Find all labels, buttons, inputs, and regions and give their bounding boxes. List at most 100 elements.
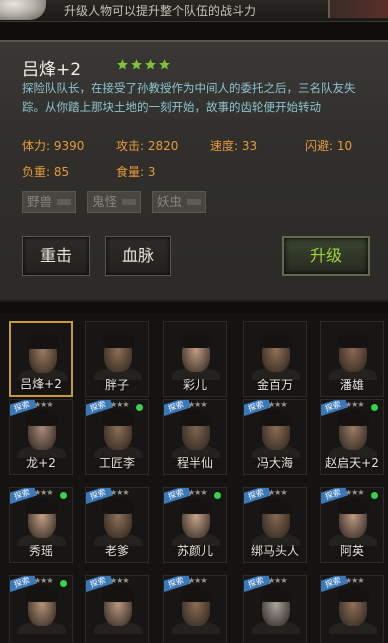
card-name: 秀瑶 xyxy=(28,544,53,558)
portrait-hair xyxy=(260,498,292,514)
character-portrait xyxy=(92,494,144,546)
roster-card[interactable]: 探索 ★★★ 龙+2 xyxy=(9,399,73,475)
card-star-rating: ★★★ xyxy=(34,400,53,409)
portrait-hair xyxy=(337,332,369,348)
roster-card[interactable]: 彩儿 xyxy=(163,321,227,397)
roster-card[interactable]: 探索 ★★★ 冯大海 xyxy=(243,399,307,475)
character-portrait xyxy=(250,582,302,634)
heavy-strike-button[interactable]: 重击 xyxy=(22,236,90,276)
card-star-rating: ★★★ xyxy=(188,488,207,497)
roster-card[interactable]: 探索 ★★★ 苏颜儿 xyxy=(163,487,227,563)
character-portrait xyxy=(250,328,302,380)
card-star-rating: ★★★ xyxy=(268,400,287,409)
roster-card[interactable]: 吕烽+2 xyxy=(9,321,73,397)
portrait-hair xyxy=(180,498,212,514)
roster-card[interactable]: 潘雄 xyxy=(320,321,384,397)
card-star-rating: ★★★ xyxy=(34,488,53,497)
roster-card[interactable]: 金百万 xyxy=(243,321,307,397)
card-name: 苏颜儿 xyxy=(176,544,213,558)
roster-card[interactable]: 探索 ★★★ xyxy=(85,575,149,643)
available-dot-icon xyxy=(371,492,378,499)
card-name: 老爹 xyxy=(104,544,129,558)
portrait-hair xyxy=(337,410,369,426)
tag-label: 妖虫 xyxy=(157,194,183,209)
portrait-hair xyxy=(180,410,212,426)
banner-avatar-icon xyxy=(0,0,46,20)
tag-ghost: 鬼怪 xyxy=(87,191,142,213)
star-icon xyxy=(131,59,142,70)
character-portrait xyxy=(327,494,379,546)
tag-dots-icon xyxy=(57,199,72,205)
character-portrait xyxy=(92,582,144,634)
character-portrait xyxy=(327,582,379,634)
portrait-hair xyxy=(180,332,212,348)
portrait-hair xyxy=(260,586,292,602)
roster-card[interactable]: 探索 ★★★ 工匠李 xyxy=(85,399,149,475)
roster-card[interactable]: 探索 ★★★ 老爹 xyxy=(85,487,149,563)
character-portrait xyxy=(17,329,69,381)
roster-card[interactable]: 探索 ★★★ 阿英 xyxy=(320,487,384,563)
star-icon xyxy=(145,59,156,70)
card-star-rating: ★★★ xyxy=(188,576,207,585)
portrait-hair xyxy=(180,586,212,602)
stat-speed: 速度: 33 xyxy=(210,139,258,153)
portrait-hair xyxy=(337,586,369,602)
card-name: 阿英 xyxy=(339,544,364,558)
character-portrait xyxy=(16,582,68,634)
character-portrait xyxy=(16,406,68,458)
available-dot-icon xyxy=(60,580,67,587)
character-portrait xyxy=(250,494,302,546)
tag-beast: 野兽 xyxy=(22,191,77,213)
portrait-hair xyxy=(102,410,134,426)
roster-card[interactable]: 探索 ★★★ 秀瑶 xyxy=(9,487,73,563)
card-name: 吕烽+2 xyxy=(20,377,62,391)
card-star-rating: ★★★ xyxy=(188,400,207,409)
stat-dodge: 闪避: 10 xyxy=(305,139,353,153)
card-star-rating: ★★★ xyxy=(110,400,129,409)
hero-description: 探险队队长，在接受了孙教授作为中间人的委托之后，三名队友失踪。从你踏上那块土地的… xyxy=(22,81,356,114)
card-name: 绑马头人 xyxy=(250,544,299,558)
card-star-rating: ★★★ xyxy=(34,576,53,585)
card-star-rating: ★★★ xyxy=(345,576,364,585)
card-star-rating: ★★★ xyxy=(110,576,129,585)
roster-card[interactable]: 探索 ★★★ xyxy=(9,575,73,643)
roster-card[interactable]: 胖子 xyxy=(85,321,149,397)
tag-dots-icon xyxy=(187,199,202,205)
card-name: 程半仙 xyxy=(176,456,213,470)
roster-card[interactable]: 探索 ★★★ 程半仙 xyxy=(163,399,227,475)
roster-grid: 吕烽+2 胖子 彩儿 金百万 潘雄 探索 ★★★ 龙+2 探索 ★★★ 工匠李 探索 ★★★ 程半仙 探索 ★… xyxy=(0,313,388,643)
hero-star-rating xyxy=(116,58,171,71)
hero-name: 吕烽+2 xyxy=(22,60,82,80)
bloodline-button[interactable]: 血脉 xyxy=(105,236,171,276)
roster-card[interactable]: 探索 ★★★ 赵启天+2 xyxy=(320,399,384,475)
portrait-hair xyxy=(26,498,58,514)
upgrade-button[interactable]: 升级 xyxy=(282,236,370,276)
stat-hp: 体力: 9390 xyxy=(22,139,85,153)
card-star-rating: ★★★ xyxy=(268,576,287,585)
roster-card[interactable]: 探索 ★★★ xyxy=(243,575,307,643)
character-portrait xyxy=(170,328,222,380)
star-icon xyxy=(117,59,128,70)
card-star-rating: ★★★ xyxy=(345,488,364,497)
portrait-hair xyxy=(102,332,134,348)
banner-text: 升级人物可以提升整个队伍的战斗力 xyxy=(64,4,257,18)
hero-info-panel: 吕烽+2 探险队队长，在接受了孙教授作为中间人的委托之后，三名队友失踪。从你踏上… xyxy=(0,40,388,302)
available-dot-icon xyxy=(371,404,378,411)
card-name: 彩儿 xyxy=(182,378,207,392)
character-portrait xyxy=(327,406,379,458)
star-icon xyxy=(159,59,170,70)
stat-food: 食量: 3 xyxy=(116,165,156,179)
card-name: 金百万 xyxy=(256,378,293,392)
top-banner: 升级人物可以提升整个队伍的战斗力 xyxy=(0,0,388,22)
roster-card[interactable]: 探索 ★★★ 绑马头人 xyxy=(243,487,307,563)
card-name: 龙+2 xyxy=(26,456,56,470)
available-dot-icon xyxy=(136,404,143,411)
portrait-hair xyxy=(260,332,292,348)
character-portrait xyxy=(16,494,68,546)
roster-card[interactable]: 探索 ★★★ xyxy=(163,575,227,643)
available-dot-icon xyxy=(60,492,67,499)
card-name: 工匠李 xyxy=(98,456,135,470)
character-portrait xyxy=(170,406,222,458)
card-name: 胖子 xyxy=(104,378,129,392)
roster-card[interactable]: 探索 ★★★ xyxy=(320,575,384,643)
